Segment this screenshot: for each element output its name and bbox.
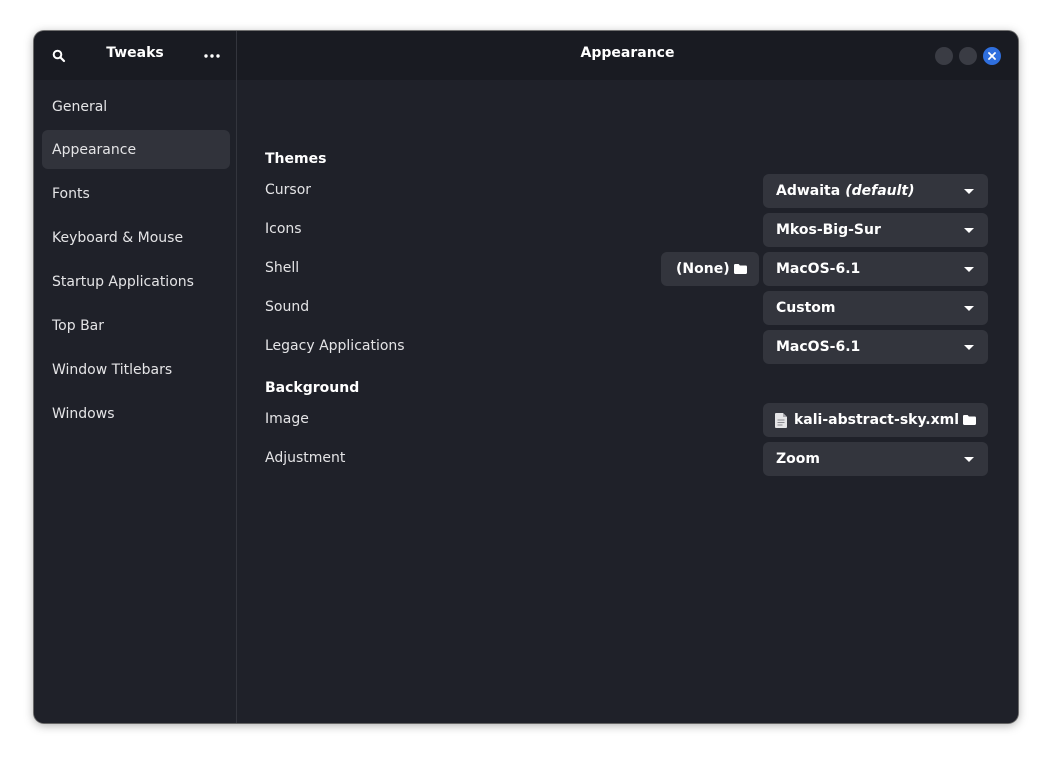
cursor-label: Cursor [265,182,312,198]
folder-icon [734,264,747,274]
legacy-applications-label: Legacy Applications [265,338,405,354]
icons-dropdown[interactable]: Mkos-Big-Sur [763,213,988,247]
sidebar-item-top-bar[interactable]: Top Bar [42,306,230,345]
legacy-applications-dropdown[interactable]: MacOS-6.1 [763,330,988,364]
image-label: Image [265,411,309,427]
cursor-dropdown[interactable]: Adwaita (default) [763,174,988,208]
sidebar-item-window-titlebars[interactable]: Window Titlebars [42,350,230,389]
app-title: Tweaks [106,45,164,61]
sidebar-item-startup-applications[interactable]: Startup Applications [42,262,230,301]
sidebar-item-label: Window Titlebars [52,361,173,378]
main-menu-button[interactable] [199,43,225,69]
sidebar-item-label: Top Bar [52,317,105,334]
dropdown-arrow-icon [964,228,974,233]
background-heading: Background [265,380,360,396]
dropdown-arrow-icon [964,457,974,462]
themes-heading: Themes [265,151,327,167]
search-button[interactable] [46,43,72,69]
sidebar-item-general[interactable]: General [42,87,230,126]
folder-icon [963,415,976,425]
sidebar-item-appearance[interactable]: Appearance [42,130,230,169]
minimize-button[interactable] [935,47,953,65]
appearance-panel: Themes Cursor Adwaita (default) Icons Mko… [237,80,1018,723]
page-title: Appearance [580,45,675,61]
close-icon [988,52,996,60]
sidebar-item-windows[interactable]: Windows [42,394,230,433]
shell-file-value: (None) [676,261,730,277]
icons-label: Icons [265,221,302,237]
sound-value: Custom [776,300,836,316]
sidebar-item-label: Keyboard & Mouse [52,229,184,246]
sidebar-item-label: General [52,98,108,115]
dropdown-arrow-icon [964,189,974,194]
tweaks-window: Tweaks Appearance General Appearance Fon… [34,31,1018,723]
dropdown-arrow-icon [964,306,974,311]
sound-dropdown[interactable]: Custom [763,291,988,325]
adjustment-value: Zoom [776,451,820,467]
image-file-chooser[interactable]: kali-abstract-sky.xml [763,403,988,437]
sidebar-item-fonts[interactable]: Fonts [42,174,230,213]
close-button[interactable] [983,47,1001,65]
legacy-applications-value: MacOS-6.1 [776,339,861,355]
sidebar-item-label: Windows [52,405,115,422]
sidebar-item-label: Fonts [52,185,90,202]
shell-file-chooser[interactable]: (None) [661,252,759,286]
document-icon [775,412,787,428]
cursor-value: Adwaita [776,183,841,199]
shell-label: Shell [265,260,300,276]
sidebar-item-label: Appearance [52,141,137,158]
header-bar: Tweaks Appearance [34,31,1018,80]
dropdown-arrow-icon [964,267,974,272]
sidebar-header: Tweaks [34,31,237,80]
sound-label: Sound [265,299,310,315]
cursor-default-note: (default) [845,183,915,199]
dropdown-arrow-icon [964,345,974,350]
search-icon [52,49,66,63]
maximize-button[interactable] [959,47,977,65]
sidebar-item-keyboard-mouse[interactable]: Keyboard & Mouse [42,218,230,257]
adjustment-dropdown[interactable]: Zoom [763,442,988,476]
image-value: kali-abstract-sky.xml [794,412,960,428]
shell-dropdown[interactable]: MacOS-6.1 [763,252,988,286]
adjustment-label: Adjustment [265,450,346,466]
sidebar: General Appearance Fonts Keyboard & Mous… [34,80,237,723]
sidebar-item-label: Startup Applications [52,273,194,290]
more-icon [204,54,220,58]
shell-value: MacOS-6.1 [776,261,861,277]
icons-value: Mkos-Big-Sur [776,222,881,238]
